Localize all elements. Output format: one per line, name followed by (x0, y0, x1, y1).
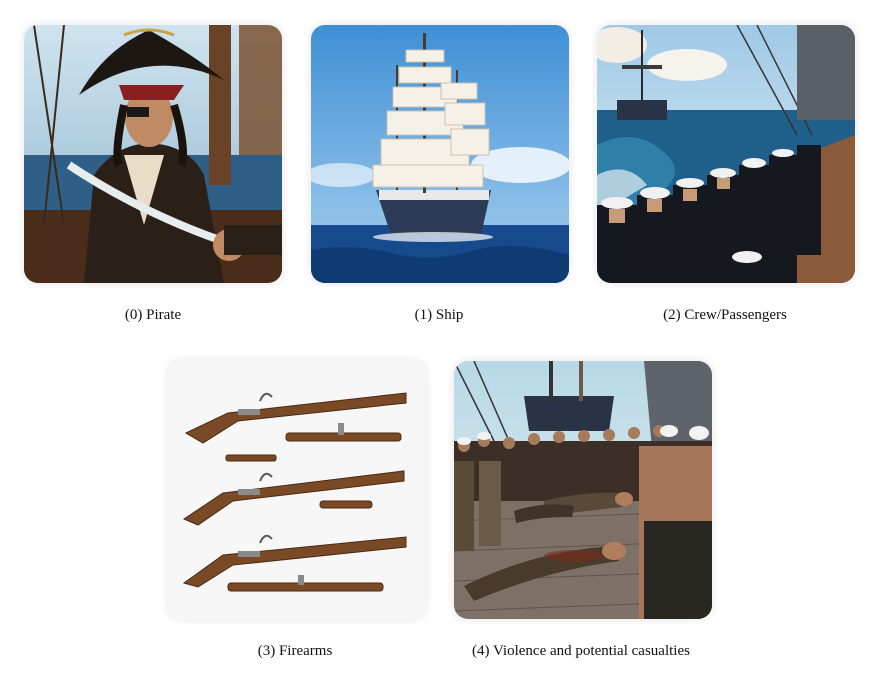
crew-image (597, 25, 855, 283)
crew-caption: (2) Crew/Passengers (663, 307, 787, 323)
violence-caption: (4) Violence and potential casualties (472, 643, 690, 659)
pirate-caption: (0) Pirate (124, 307, 182, 323)
violence-image (454, 361, 712, 619)
ship-image (311, 25, 569, 283)
firearms-image (168, 361, 426, 619)
pirate-image (24, 25, 282, 283)
ship-caption: (1) Ship (414, 307, 464, 323)
firearms-caption: (3) Firearms (257, 643, 333, 659)
